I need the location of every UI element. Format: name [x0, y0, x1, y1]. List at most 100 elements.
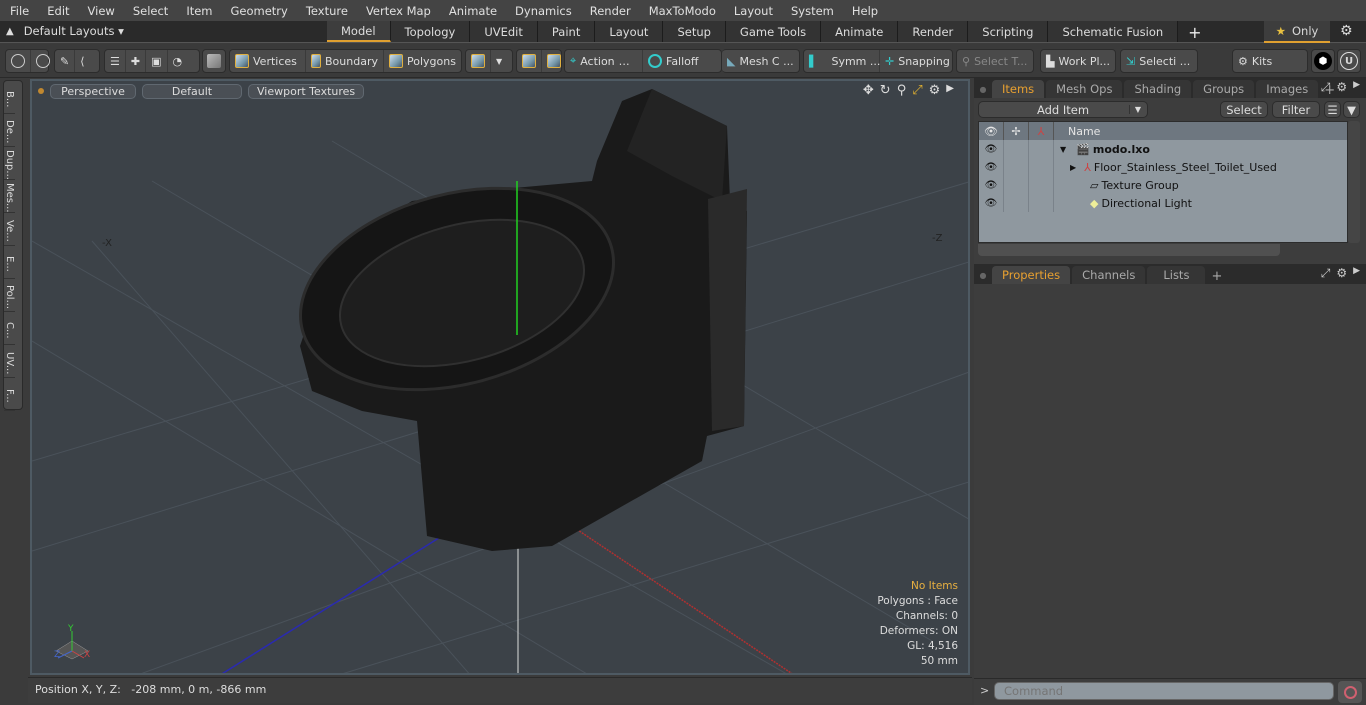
sphere-select-button[interactable] — [31, 50, 55, 72]
eye-icon[interactable]: 👁 — [979, 158, 1004, 176]
left-tab-basic[interactable]: B... — [4, 81, 15, 114]
select-tool-button[interactable]: ⚲ Select T... — [956, 49, 1034, 73]
panel-gear-icon[interactable]: ⚙ — [1336, 80, 1347, 95]
snapping-button[interactable]: ✛ Snapping — [880, 50, 955, 72]
panel-dot-icon[interactable]: ● — [974, 266, 992, 284]
chevron-down-icon[interactable]: ▼ — [1128, 105, 1141, 114]
menu-render[interactable]: Render — [580, 4, 639, 18]
align-button[interactable]: ☰ — [105, 50, 126, 72]
menu-geometry[interactable]: Geometry — [221, 4, 296, 18]
pan-icon[interactable]: ✥ — [863, 83, 874, 98]
menu-select[interactable]: Select — [123, 4, 176, 18]
select-button[interactable]: Select — [1220, 101, 1268, 118]
viewport-dot-icon[interactable] — [38, 88, 44, 94]
menu-dynamics[interactable]: Dynamics — [505, 4, 580, 18]
tab-images[interactable]: Images — [1256, 80, 1319, 98]
tab-schematic-fusion[interactable]: Schematic Fusion — [1048, 21, 1179, 42]
panel-gear-icon[interactable]: ⚙ — [1336, 266, 1347, 281]
filter-button[interactable]: Filter — [1272, 101, 1320, 118]
mesh-constraint-button[interactable]: ◣ Mesh C ... — [722, 49, 800, 73]
shading-button[interactable]: Default — [142, 83, 242, 99]
vertices-button[interactable]: Vertices — [230, 50, 306, 72]
gear-icon[interactable]: ⚙ — [1340, 23, 1353, 39]
viewport-gear-icon[interactable]: ⚙ — [929, 83, 941, 98]
tab-lists[interactable]: Lists — [1147, 266, 1206, 284]
record-macro-button[interactable] — [1338, 681, 1362, 703]
layouts-dropdown[interactable]: ▲ Default Layouts ▾ — [6, 24, 124, 38]
tree-resize-handle[interactable] — [978, 244, 1280, 256]
only-toggle[interactable]: ★ Only — [1264, 21, 1330, 43]
tab-game-tools[interactable]: Game Tools — [725, 21, 822, 42]
falloff-button[interactable]: Falloff — [643, 50, 703, 72]
add-tab-icon[interactable]: + — [1178, 21, 1211, 43]
tab-layout[interactable]: Layout — [595, 21, 664, 42]
tab-animate[interactable]: Animate — [821, 21, 899, 42]
menu-help[interactable]: Help — [842, 4, 886, 18]
left-tab-polygon[interactable]: Pol... — [4, 279, 15, 312]
menu-animate[interactable]: Animate — [439, 4, 505, 18]
tab-model[interactable]: Model — [327, 21, 391, 42]
tree-row[interactable]: 👁 ◆ Directional Light — [979, 194, 1347, 212]
menu-edit[interactable]: Edit — [37, 4, 77, 18]
lock-column-icon[interactable]: ✢ — [1004, 122, 1029, 140]
left-tab-edge[interactable]: E... — [4, 246, 15, 279]
item-mode-button[interactable] — [202, 49, 226, 73]
tree-row[interactable]: 👁 ▱ Texture Group — [979, 176, 1347, 194]
tab-uvedit[interactable]: UVEdit — [470, 21, 538, 42]
viewport-textures-button[interactable]: Viewport Textures — [248, 83, 365, 99]
tab-items[interactable]: Items — [992, 80, 1045, 98]
add-item-button[interactable]: Add Item ▼ — [978, 101, 1148, 118]
unreal-button[interactable]: U — [1337, 49, 1361, 73]
tab-channels[interactable]: Channels — [1072, 266, 1146, 284]
left-tab-mesh-edit[interactable]: Mes... — [4, 180, 15, 213]
add-panel-tab-icon[interactable]: + — [1207, 269, 1226, 284]
selection-sets-button[interactable]: ⇲ Selecti ... — [1120, 49, 1198, 73]
left-tab-fusion[interactable]: F... — [4, 378, 15, 411]
maximize-icon[interactable]: ⤢ — [912, 83, 922, 98]
pen-button[interactable]: ✎ — [55, 50, 76, 72]
tab-scripting[interactable]: Scripting — [968, 21, 1049, 42]
panel-dot-icon[interactable]: ● — [974, 80, 992, 98]
boundary-button[interactable]: Boundary — [306, 50, 384, 72]
eye-icon[interactable]: 👁 — [979, 140, 1004, 158]
tree-scrollbar[interactable] — [1348, 121, 1360, 243]
left-tab-deform[interactable]: De... — [4, 114, 15, 147]
perspective-button[interactable]: Perspective — [50, 83, 136, 99]
tab-properties[interactable]: Properties — [992, 266, 1071, 284]
tab-topology[interactable]: Topology — [390, 21, 471, 42]
eye-icon[interactable]: 👁 — [979, 194, 1004, 212]
orbit-icon[interactable]: ↻ — [880, 83, 891, 98]
viewport-menu-arrow-icon[interactable]: ▶ — [946, 83, 954, 98]
rotate-button[interactable]: ◔ — [168, 50, 188, 72]
menu-system[interactable]: System — [781, 4, 842, 18]
zoom-icon[interactable]: ⚲ — [897, 83, 907, 98]
expand-icon[interactable]: ⤢ — [1321, 266, 1331, 281]
kits-button[interactable]: ⚙ Kits — [1232, 49, 1308, 73]
command-input[interactable] — [994, 682, 1334, 700]
expand-icon[interactable]: ⤢ — [1321, 80, 1331, 95]
locator-column-icon[interactable]: ⅄ — [1029, 122, 1054, 140]
menu-item[interactable]: Item — [176, 4, 220, 18]
scale-button[interactable]: ▣ — [146, 50, 168, 72]
collapse-icon[interactable]: ▲ — [6, 26, 14, 37]
material-button[interactable] — [466, 50, 491, 72]
tab-setup[interactable]: Setup — [663, 21, 726, 42]
menu-layout[interactable]: Layout — [724, 4, 781, 18]
panel-arrow-icon[interactable]: ▶ — [1353, 266, 1360, 281]
tree-row[interactable]: 👁 ▶ ⅄ Floor_Stainless_Steel_Toilet_Used — [979, 158, 1347, 176]
name-column-header[interactable]: Name — [1054, 125, 1100, 138]
funnel-icon[interactable]: ▼ — [1343, 101, 1360, 118]
menu-texture[interactable]: Texture — [296, 4, 356, 18]
move-button[interactable]: ✚ — [126, 50, 147, 72]
visibility-column-icon[interactable]: 👁 — [979, 122, 1004, 140]
curve-button[interactable]: ⟨ — [75, 50, 89, 72]
menu-maxtomodo[interactable]: MaxToModo — [639, 4, 724, 18]
circle-select-button[interactable] — [6, 50, 31, 72]
list-options-icon[interactable]: ☰ — [1324, 101, 1341, 118]
center-button[interactable] — [542, 50, 566, 72]
menu-view[interactable]: View — [78, 4, 123, 18]
pivot-button[interactable] — [517, 50, 542, 72]
tab-render[interactable]: Render — [898, 21, 969, 42]
collapse-arrow-icon[interactable]: ▶ — [1070, 163, 1076, 172]
polygons-button[interactable]: Polygons — [384, 50, 461, 72]
